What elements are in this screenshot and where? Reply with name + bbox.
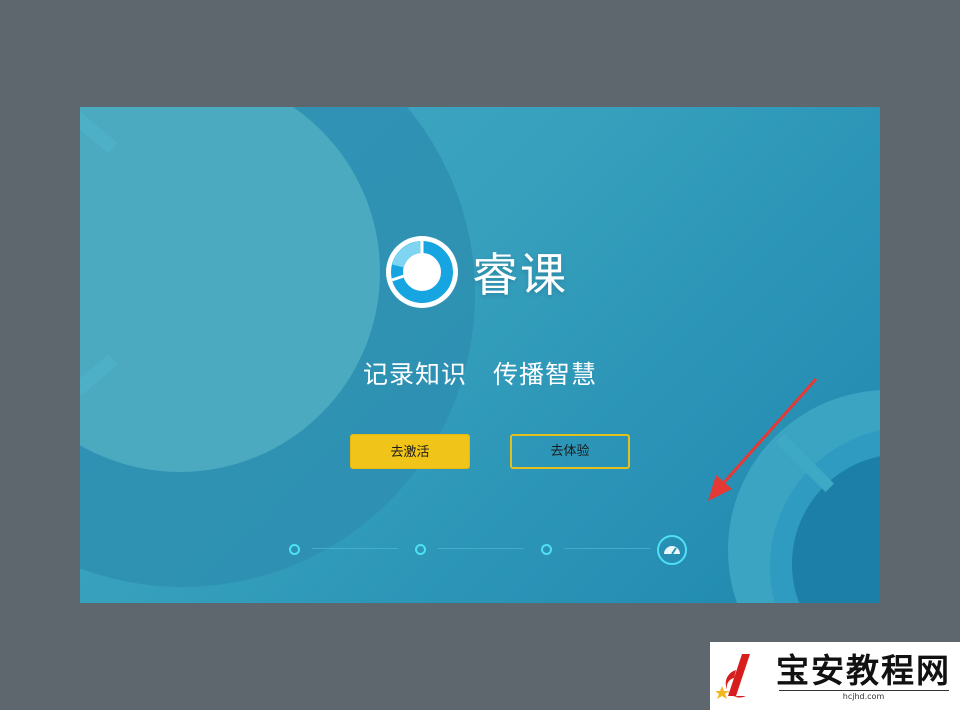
step-connector: [564, 548, 650, 549]
app-logo: 睿课: [386, 236, 568, 308]
step-dot-2[interactable]: [415, 544, 426, 555]
step-dot-1[interactable]: [289, 544, 300, 555]
step-current[interactable]: [657, 535, 687, 565]
splash-panel: 睿课 记录知识 传播智慧 去激活 去体验: [80, 107, 880, 603]
watermark: 宝安教程网 hcjhd.com: [710, 642, 960, 710]
app-name: 睿课: [472, 248, 568, 302]
slogan-part-1: 记录知识: [362, 360, 467, 389]
ring-logo-icon: [386, 236, 458, 308]
watermark-title: 宝安教程网: [776, 650, 951, 690]
slogan-part-2: 传播智慧: [493, 360, 598, 389]
step-connector: [438, 548, 524, 549]
speedometer-icon: [664, 546, 680, 555]
annotation-arrow-icon: [708, 378, 818, 501]
step-dot-3[interactable]: [541, 544, 552, 555]
trial-button[interactable]: 去体验: [510, 434, 630, 469]
watermark-logo-icon: [716, 654, 750, 699]
watermark-url: hcjhd.com: [778, 689, 949, 701]
activate-button[interactable]: 去激活: [350, 434, 470, 469]
